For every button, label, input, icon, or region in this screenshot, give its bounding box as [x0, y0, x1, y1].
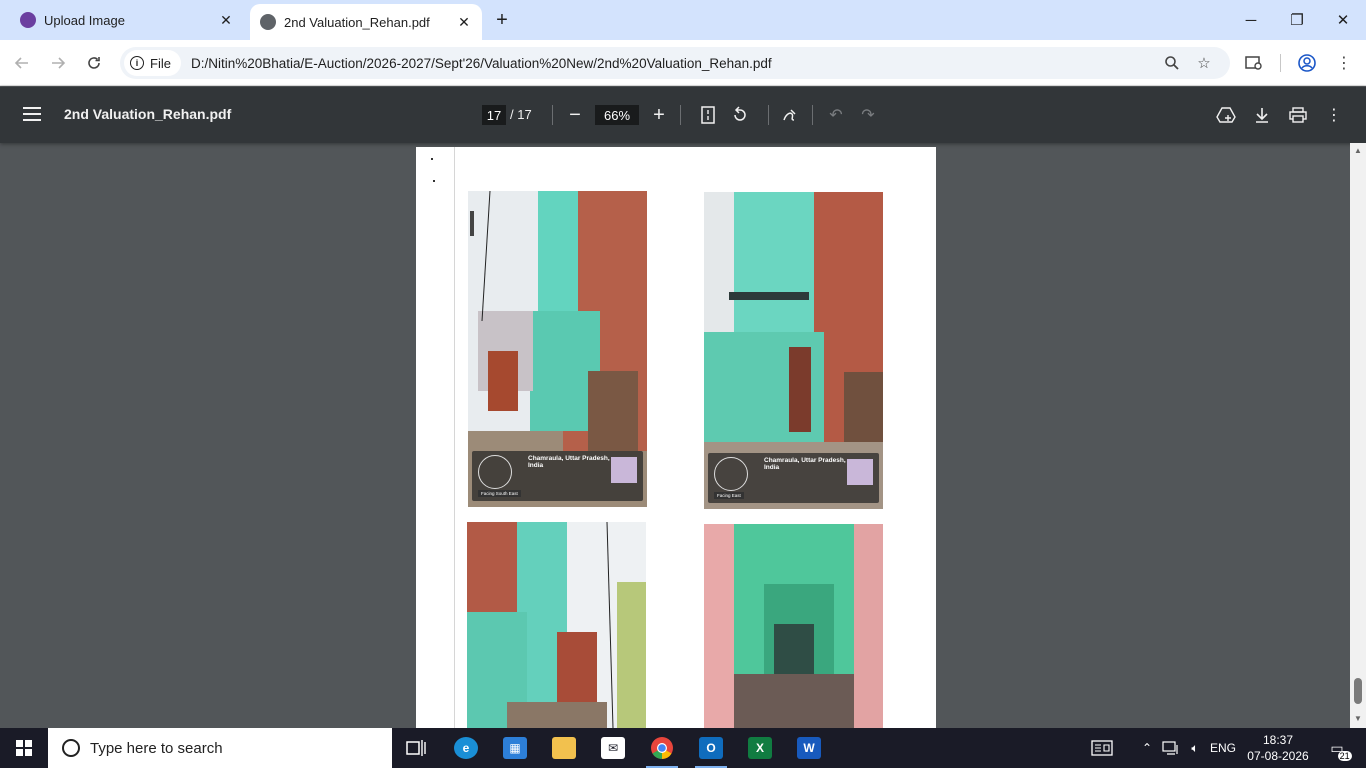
minimize-button[interactable]: ─	[1228, 0, 1274, 40]
notification-count: 21	[1337, 750, 1352, 761]
browser-toolbar: i File D:/Nitin%20Bhatia/E-Auction/2026-…	[0, 40, 1366, 86]
zoom-level-input[interactable]: 66%	[595, 105, 639, 125]
zoom-in-button[interactable]: +	[647, 103, 671, 127]
excel-icon[interactable]: X	[736, 728, 784, 768]
taskbar-search-box[interactable]: Type here to search	[48, 728, 392, 768]
scrollbar-track[interactable]	[1350, 143, 1366, 728]
start-button[interactable]	[0, 728, 48, 768]
network-icon[interactable]	[1160, 728, 1182, 768]
system-clock[interactable]: 18:37 07-08-2026	[1240, 732, 1316, 764]
windows-logo-icon	[16, 740, 32, 756]
edge-icon[interactable]: e	[442, 728, 490, 768]
outlook-icon[interactable]: O	[687, 728, 735, 768]
compass-icon	[714, 457, 748, 491]
page-margin-line	[454, 147, 455, 728]
print-icon[interactable]	[1286, 103, 1310, 127]
profile-icon[interactable]	[1293, 49, 1321, 77]
search-placeholder: Type here to search	[90, 739, 223, 757]
document-title: 2nd Valuation_Rehan.pdf	[64, 106, 232, 122]
site-photo-3	[467, 522, 646, 728]
tab-upload-image[interactable]: Upload Image ✕	[8, 0, 244, 40]
address-bar[interactable]: i File D:/Nitin%20Bhatia/E-Auction/2026-…	[120, 47, 1230, 79]
scroll-down-arrow-icon[interactable]: ▼	[1352, 714, 1364, 724]
search-icon	[62, 739, 80, 757]
toolbar-separator	[768, 105, 769, 125]
gps-stamp: Chamraula, Uttar Pradesh, India Facing S…	[472, 451, 643, 501]
zoom-out-button[interactable]: −	[563, 103, 587, 127]
globe-icon	[260, 14, 276, 30]
undo-icon[interactable]: ↶	[824, 103, 848, 127]
page-mark	[433, 180, 435, 182]
toolbar-separator	[812, 105, 813, 125]
page-number-input[interactable]: 17	[482, 105, 506, 125]
app-favicon-icon	[20, 12, 36, 28]
close-tab-icon[interactable]: ✕	[216, 10, 236, 30]
site-info-chip[interactable]: i File	[124, 50, 181, 76]
scrollbar-thumb[interactable]	[1354, 678, 1362, 704]
word-icon[interactable]: W	[785, 728, 833, 768]
star-icon[interactable]: ☆	[1194, 53, 1214, 73]
back-arrow-icon[interactable]	[8, 49, 36, 77]
toolbar-separator	[552, 105, 553, 125]
mini-map-thumbnail	[611, 457, 637, 483]
forward-arrow-icon[interactable]	[44, 49, 72, 77]
clock-date: 07-08-2026	[1247, 749, 1309, 763]
annotate-pen-icon[interactable]	[778, 103, 802, 127]
gps-direction-tag: Facing South East	[478, 490, 521, 497]
toolbar-divider	[1280, 54, 1281, 72]
close-tab-icon[interactable]: ✕	[454, 12, 474, 32]
reload-icon[interactable]	[80, 49, 108, 77]
mini-map-thumbnail	[847, 459, 873, 485]
save-to-drive-icon[interactable]	[1214, 103, 1238, 127]
compass-icon	[478, 455, 512, 489]
zoom-icon[interactable]	[1162, 53, 1182, 73]
hamburger-menu-icon[interactable]	[20, 103, 44, 127]
rotate-icon[interactable]	[728, 103, 752, 127]
file-explorer-icon[interactable]	[540, 728, 588, 768]
new-tab-button[interactable]: +	[491, 10, 513, 32]
tab-title: Upload Image	[44, 12, 125, 28]
language-indicator[interactable]: ENG	[1208, 728, 1238, 768]
page-count: / 17	[510, 107, 532, 122]
scroll-up-arrow-icon[interactable]: ▲	[1352, 146, 1364, 156]
fit-page-icon[interactable]	[696, 103, 720, 127]
gps-location-text: Chamraula, Uttar Pradesh, India	[764, 457, 846, 471]
clock-time: 18:37	[1262, 733, 1294, 747]
page-mark	[431, 158, 433, 160]
news-widget-icon[interactable]	[1086, 728, 1118, 768]
notification-center-icon[interactable]: ▭ 21	[1322, 728, 1352, 768]
gps-stamp: Chamraula, Uttar Pradesh, India Facing E…	[708, 453, 879, 503]
tab-title: 2nd Valuation_Rehan.pdf	[284, 14, 430, 30]
mail-icon[interactable]: ✉	[589, 728, 637, 768]
pdf-page: Chamraula, Uttar Pradesh, India Facing S…	[416, 147, 936, 728]
download-icon[interactable]	[1250, 103, 1274, 127]
site-photo-2: Chamraula, Uttar Pradesh, India Facing E…	[704, 192, 883, 509]
info-icon: i	[130, 56, 144, 70]
tab-pdf-document[interactable]: 2nd Valuation_Rehan.pdf ✕	[250, 4, 482, 40]
task-view-icon[interactable]	[392, 728, 440, 768]
volume-icon[interactable]: 🔈︎	[1184, 728, 1206, 768]
gps-direction-tag: Facing East	[714, 492, 744, 499]
site-photo-4	[704, 524, 883, 728]
toolbar-separator	[680, 105, 681, 125]
more-options-icon[interactable]: ⋮	[1322, 103, 1346, 127]
show-hidden-icons-icon[interactable]: ⌃	[1138, 728, 1156, 768]
redo-icon[interactable]: ↷	[856, 103, 880, 127]
tab-strip: Upload Image ✕ 2nd Valuation_Rehan.pdf ✕…	[0, 0, 1366, 40]
total-pages: 17	[517, 107, 532, 122]
site-photo-1: Chamraula, Uttar Pradesh, India Facing S…	[468, 191, 647, 507]
windows-taskbar: Type here to search e ▦ ✉ O X W ⌃ 🔈︎ ENG…	[0, 728, 1366, 768]
reading-mode-icon[interactable]	[1240, 49, 1268, 77]
chrome-icon[interactable]	[638, 728, 686, 768]
restore-button[interactable]: ❐	[1274, 0, 1320, 40]
close-window-button[interactable]: ✕	[1320, 0, 1366, 40]
microsoft-store-icon[interactable]: ▦	[491, 728, 539, 768]
gps-location-text: Chamraula, Uttar Pradesh, India	[528, 455, 610, 469]
page-separator: /	[510, 107, 514, 122]
pdf-toolbar: 2nd Valuation_Rehan.pdf 17 / 17 − 66% + …	[0, 87, 1366, 143]
url-text[interactable]: D:/Nitin%20Bhatia/E-Auction/2026-2027/Se…	[191, 56, 772, 71]
kebab-menu-icon[interactable]: ⋮	[1330, 49, 1358, 77]
chip-label: File	[150, 55, 171, 71]
